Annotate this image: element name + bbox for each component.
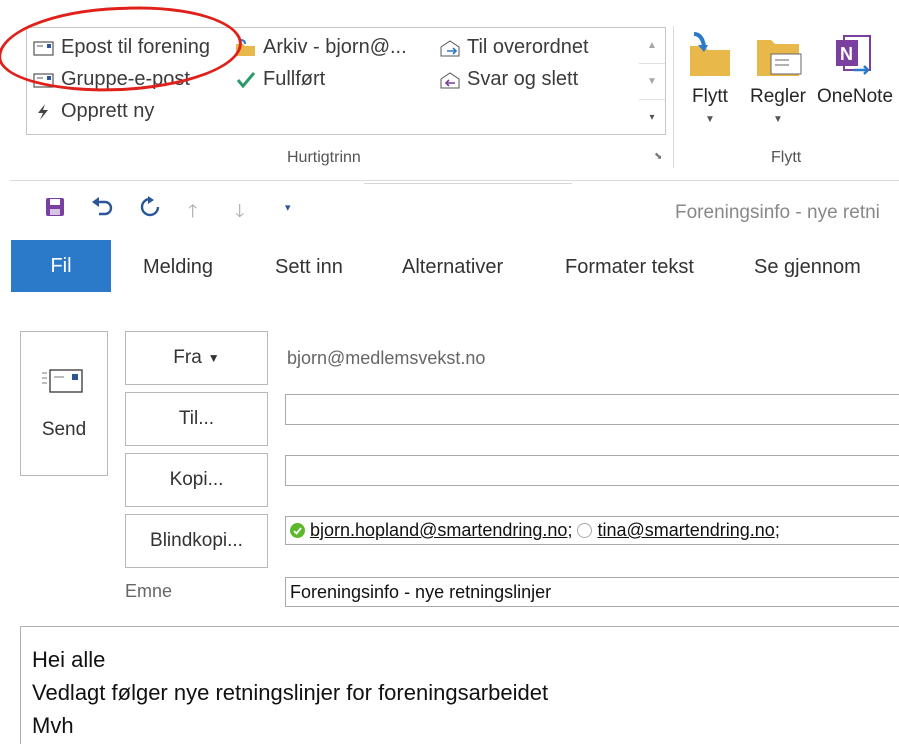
quick-step-opprett-ny[interactable]: Opprett ny — [33, 100, 154, 123]
gallery-scroll: ▲ ▼ ▾ — [639, 27, 666, 135]
svg-text:N: N — [840, 44, 853, 64]
subject-label: Emne — [125, 581, 173, 601]
body-line: Vedlagt følger nye retningslinjer for fo… — [32, 680, 549, 705]
bcc-recipient[interactable]: tina@smartendring.no — [597, 520, 774, 541]
to-button[interactable]: Til... — [125, 392, 268, 446]
forward-envelope-icon — [439, 39, 461, 57]
presence-online-icon — [290, 523, 305, 538]
customize-qat-icon[interactable]: ▾ — [285, 201, 291, 214]
group-label-flytt: Flytt — [771, 149, 802, 166]
dropdown-arrow-icon: ▼ — [207, 351, 220, 365]
send-envelope-icon — [42, 367, 86, 401]
cc-button[interactable]: Kopi... — [125, 453, 268, 507]
down-arrow-icon[interactable]: 🡓 — [235, 199, 244, 229]
reply-delete-icon — [439, 71, 461, 89]
up-arrow-icon[interactable]: 🡑 — [188, 199, 197, 229]
quick-step-epost-til-forening[interactable]: Epost til forening — [33, 36, 210, 59]
envelope-icon — [33, 71, 55, 89]
regler-button[interactable]: Regler ▼ — [748, 30, 808, 125]
tab-melding[interactable]: Melding — [143, 256, 213, 279]
rules-icon — [748, 30, 808, 82]
from-address: bjorn@medlemsvekst.no — [287, 348, 486, 368]
quick-step-gruppe-e-post[interactable]: Gruppe-e-post — [33, 68, 190, 91]
quick-step-svar-og-slett[interactable]: Svar og slett — [439, 68, 578, 91]
quick-step-til-overordnet[interactable]: Til overordnet — [439, 36, 589, 59]
group-label-hurtigtrinn: Hurtigtrinn — [287, 149, 361, 166]
tab-formater-tekst[interactable]: Formater tekst — [565, 256, 694, 279]
move-folder-icon — [688, 30, 732, 82]
undo-icon[interactable] — [90, 196, 114, 224]
flytt-button[interactable]: Flytt ▼ — [688, 30, 732, 125]
bcc-button[interactable]: Blindkopi... — [125, 514, 268, 568]
group-divider — [673, 26, 674, 168]
tab-sett-inn[interactable]: Sett inn — [275, 256, 343, 279]
quick-steps-gallery: Epost til forening Gruppe-e-post Opprett… — [26, 27, 640, 135]
ribbon-shadow — [364, 178, 572, 184]
body-line: Mvh — [32, 713, 74, 738]
dropdown-arrow-icon: ▼ — [773, 114, 783, 125]
quick-step-fullfort[interactable]: Fullført — [235, 68, 325, 91]
bcc-field[interactable]: bjorn.hopland@smartendring.no ; tina@sma… — [285, 516, 899, 545]
body-line: Hei alle — [32, 647, 106, 672]
from-button[interactable]: Fra ▼ — [125, 331, 268, 385]
send-button[interactable]: Send — [20, 331, 108, 476]
message-body[interactable]: Hei alle Vedlagt følger nye retningslinj… — [20, 626, 899, 744]
to-field[interactable] — [285, 394, 899, 425]
onenote-button[interactable]: N OneNote — [812, 30, 898, 108]
presence-unknown-icon — [577, 523, 593, 538]
subject-field[interactable]: Foreningsinfo - nye retningslinjer — [285, 577, 899, 607]
cc-field[interactable] — [285, 455, 899, 486]
tab-alternativer[interactable]: Alternativer — [402, 256, 503, 279]
tab-fil[interactable]: Fil — [11, 240, 111, 292]
dialog-launcher-icon[interactable]: ⬊ — [654, 151, 662, 162]
save-icon[interactable] — [44, 196, 66, 224]
dropdown-arrow-icon: ▼ — [705, 114, 715, 125]
checkmark-icon — [235, 71, 257, 89]
onenote-icon: N — [812, 30, 898, 82]
gallery-scroll-down-button[interactable]: ▼ — [639, 64, 665, 100]
bcc-recipient[interactable]: bjorn.hopland@smartendring.no — [310, 520, 567, 541]
redo-icon[interactable] — [138, 196, 162, 224]
quick-step-arkiv[interactable]: Arkiv - bjorn@... — [235, 36, 407, 59]
archive-folder-icon — [235, 38, 257, 57]
lightning-icon — [33, 103, 55, 121]
window-title: Foreningsinfo - nye retni — [675, 202, 880, 223]
envelope-icon — [33, 39, 55, 57]
gallery-more-button[interactable]: ▾ — [639, 100, 665, 135]
gallery-scroll-up-button[interactable]: ▲ — [639, 28, 665, 64]
ribbon: Epost til forening Gruppe-e-post Opprett… — [0, 0, 899, 178]
tab-se-gjennom[interactable]: Se gjennom — [754, 256, 861, 279]
